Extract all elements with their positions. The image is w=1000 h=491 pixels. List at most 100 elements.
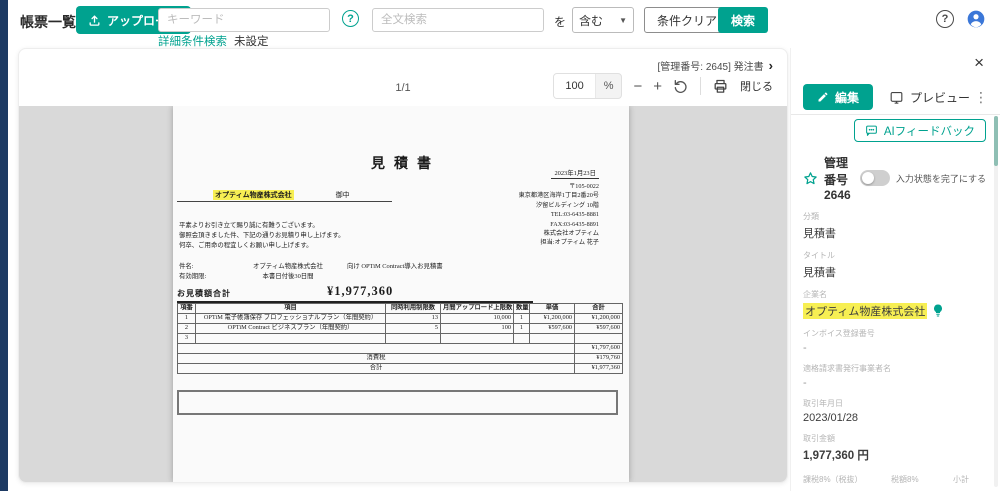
col-header: 数量 xyxy=(513,303,530,314)
table-row: 3 xyxy=(177,333,623,344)
document-recipient-line: オプティム物産株式会社 御中 xyxy=(177,187,392,202)
table-summary-row: ¥1,797,600 xyxy=(177,343,623,354)
fulltext-search-input[interactable] xyxy=(372,8,544,32)
col-header: 月間アップロード上限数 xyxy=(440,303,514,314)
table-summary-row: 合計 ¥1,977,360 xyxy=(177,363,623,374)
complete-status-toggle[interactable] xyxy=(859,170,890,186)
validity-row: 有効期限: 本書日付後30日間 xyxy=(179,272,443,282)
chevron-right-icon: › xyxy=(768,58,773,73)
estimate-total-label: お見積額合計 xyxy=(177,289,231,298)
sender-address-block: 〒105-0022 東京都港区海岸1丁目2番20号 汐留ビルディング 10階 T… xyxy=(519,182,599,248)
app-root: 帳票一覧 アップロード ? を 含む ▼ 条件クリア 検索 詳細条件検索 未設定… xyxy=(0,0,1000,491)
subject-block: 件名: オプティム物産株式会社 向け OPTiM Contract導入お見積書 有効… xyxy=(179,262,443,282)
zoom-level-input[interactable]: 100 % xyxy=(553,73,623,99)
preview-button-label: プレビュー xyxy=(910,90,971,105)
keyword-help-icon[interactable]: ? xyxy=(342,10,359,27)
cell-qty: 1 xyxy=(513,323,530,334)
search-button[interactable]: 検索 xyxy=(718,7,769,33)
remarks-box xyxy=(177,390,618,415)
document-viewport: 見積書 2023年1月23日 オプティム物産株式会社 御中 〒105-0022 … xyxy=(19,106,787,482)
recipient-company-highlighted: オプティム物産株式会社 xyxy=(213,190,294,200)
validity-label: 有効期限: xyxy=(179,273,207,280)
field-label: 取引金額 xyxy=(803,434,835,443)
viewer-toolbar: 100 % − + 閉じる xyxy=(553,73,773,99)
ai-feedback-button[interactable]: AIフィードバック xyxy=(853,119,986,142)
validity-value: 本書日付後30日間 xyxy=(262,273,314,280)
field-company: 企業名 オプティム物産株式会社 xyxy=(803,289,986,319)
scrollbar-thumb[interactable] xyxy=(994,116,998,166)
zoom-in-button[interactable]: + xyxy=(653,79,662,94)
sidebar-content: AIフィードバック 管理番号 2646 入力状態を完了にする 分類 見積書 タイ… xyxy=(803,115,986,491)
search-particle-label: を xyxy=(554,15,567,29)
sender-line: 東京都港区海岸1丁目2番20号 xyxy=(518,192,599,200)
field-label: 税額8% xyxy=(891,475,919,484)
viewer-close-button[interactable]: 閉じる xyxy=(740,78,773,94)
advanced-search-status: 未設定 xyxy=(234,36,269,48)
field-label: タイトル xyxy=(803,251,835,260)
tax-cell: 小計 - xyxy=(953,474,986,491)
tax-row-8: 課税8%（税抜） - 税額8% - 小計 - xyxy=(803,474,986,491)
summary-value: ¥1,977,360 xyxy=(574,363,623,374)
edit-button[interactable]: 編集 xyxy=(803,84,874,110)
left-nav-strip xyxy=(0,0,8,491)
star-icon[interactable] xyxy=(803,171,818,186)
sender-line: 汐留ビルディング 10階 xyxy=(536,201,599,209)
field-transaction-date: 取引年月日 2023/01/28 xyxy=(803,398,986,424)
field-title: タイトル 見積書 xyxy=(803,250,986,280)
ai-feedback-label: AIフィードバック xyxy=(883,125,975,138)
subject-company: オプティム物産株式会社 xyxy=(253,263,323,270)
keyword-input[interactable] xyxy=(158,8,330,32)
company-value-highlighted: オプティム物産株式会社 xyxy=(803,303,928,319)
lightbulb-icon[interactable] xyxy=(932,304,944,318)
greeting-block: 平素よりお引き立て賜り誠に有難うございます。 御照会頂きました件、下記の通りお見… xyxy=(179,221,345,250)
cell-unit xyxy=(529,333,575,344)
cell-limit: 5 xyxy=(385,323,441,334)
linked-document-link[interactable]: [管理番号: 2645] 発注書 › xyxy=(658,58,773,73)
subject-row: 件名: オプティム物産株式会社 向け OPTiM Contract導入お見積書 xyxy=(179,262,443,272)
close-icon[interactable]: × xyxy=(974,54,984,71)
cell-total: ¥597,600 xyxy=(574,323,623,334)
tax-cell: 税額8% - xyxy=(891,474,953,491)
sidebar-scrollbar[interactable] xyxy=(994,116,998,487)
field-label: 企業名 xyxy=(803,290,827,299)
table-row: 1 OPTiM 電子帳簿保存 プロフェッショナルプラン（年間契約） 13 10,… xyxy=(177,313,623,324)
preview-button[interactable]: プレビュー xyxy=(889,89,970,106)
field-value: - xyxy=(803,342,807,354)
zoom-level-value: 100 xyxy=(554,74,596,98)
field-value: 見積書 xyxy=(803,228,836,240)
kebab-menu-icon[interactable]: ⋮ xyxy=(974,89,988,106)
summary-label: 合計 xyxy=(177,363,575,374)
greeting-line: 平素よりお引き立て賜り誠に有難うございます。 xyxy=(179,222,319,229)
table-row: 2 OPTiM Contract ビジネスプラン（年間契約） 5 100 1 ¥… xyxy=(177,323,623,334)
zoom-out-button[interactable]: − xyxy=(633,79,642,94)
cell-item: OPTiM Contract ビジネスプラン（年間契約） xyxy=(195,323,386,334)
print-button[interactable] xyxy=(712,78,729,95)
table-header-row: 項番 項目 同時利用制限数 月間アップロード上限数 数量 単価 合計 xyxy=(177,303,623,314)
field-value: オプティム物産株式会社 xyxy=(803,303,986,319)
chat-icon xyxy=(865,124,878,137)
advanced-search-link[interactable]: 詳細条件検索 xyxy=(158,33,227,49)
app-header: 帳票一覧 アップロード ? を 含む ▼ 条件クリア 検索 詳細条件検索 未設定… xyxy=(8,0,1000,48)
estimate-total-amount: ¥1,977,360 xyxy=(327,284,394,298)
estimate-total-line: お見積額合計 ¥1,977,360 xyxy=(177,284,533,303)
field-label: 小計 xyxy=(953,475,969,484)
subject-rest: 向け OPTiM Contract導入お見積書 xyxy=(347,263,443,270)
zoom-unit-label: % xyxy=(603,80,614,92)
cell-no: 1 xyxy=(177,313,196,324)
summary-label: 消費税 xyxy=(177,353,575,364)
cell-no: 2 xyxy=(177,323,196,334)
cell-no: 3 xyxy=(177,333,196,344)
linked-document-label: [管理番号: 2645] 発注書 xyxy=(657,62,764,73)
user-avatar-icon[interactable] xyxy=(966,9,986,29)
cell-limit xyxy=(385,333,441,344)
greeting-line: 御照会頂きました件、下記の通りお見積り申し上げます。 xyxy=(179,231,345,239)
cell-upload xyxy=(440,333,514,344)
rotate-left-button[interactable] xyxy=(673,78,689,94)
toggle-knob xyxy=(861,172,874,184)
help-icon[interactable]: ? xyxy=(936,10,954,28)
match-condition-select[interactable]: 含む ▼ xyxy=(572,7,634,33)
document-viewer-panel: [管理番号: 2645] 発注書 › 1/1 100 % − + 閉じる 見積書… xyxy=(18,48,788,483)
detail-sidebar: × 編集 プレビュー ⋮ AIフィードバック 管理番号 2646 入力状態を完了… xyxy=(790,48,1000,491)
field-value: - xyxy=(803,377,807,389)
document-number-row: 管理番号 2646 入力状態を完了にする xyxy=(803,154,986,202)
